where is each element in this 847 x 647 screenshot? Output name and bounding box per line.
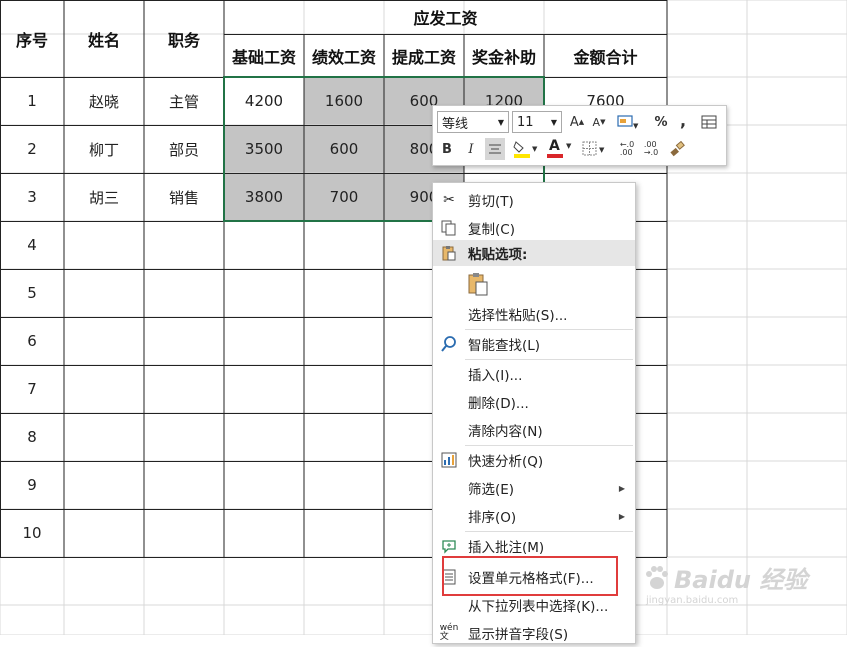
svg-text:▼: ▼ — [633, 122, 639, 130]
menu-paste-options-header: 粘贴选项: — [433, 240, 635, 266]
header-bonus: 奖金补助 — [471, 47, 536, 67]
clipboard-icon — [439, 243, 459, 263]
menu-copy-label: 复制(C) — [468, 222, 515, 238]
menu-insert[interactable]: 插入(I)... — [433, 360, 635, 388]
phonetic-icon: wén 文 — [439, 623, 459, 642]
menu-copy[interactable]: 复制(C) — [433, 214, 635, 242]
number-format-icon[interactable]: ▼ — [613, 111, 643, 133]
cell-seq[interactable]: 2 — [0, 125, 64, 173]
submenu-arrow-icon: ▶ — [618, 511, 625, 521]
cell-base[interactable]: 3500 — [224, 125, 304, 173]
menu-phonetic[interactable]: wén 文 显示拼音字段(S) — [433, 619, 635, 647]
paw-icon — [646, 565, 668, 589]
cell-seq[interactable]: 7 — [0, 365, 64, 413]
smart-lookup-icon — [439, 334, 459, 354]
bold-button[interactable]: B — [437, 138, 457, 160]
mini-toolbar: 等线 ▼ 11 ▼ A ▲ A ▼ ▼ % , B I ▼ A ▼ ▼ ←.0.00… — [432, 105, 727, 166]
chevron-down-icon: ▼ — [550, 117, 557, 127]
cell-perf[interactable]: 600 — [304, 125, 384, 173]
font-size-value: 11 — [517, 114, 534, 130]
menu-paste-special[interactable]: 选择性粘贴(S)... — [433, 300, 635, 328]
copy-icon — [439, 218, 459, 238]
menu-delete-label: 删除(D)... — [468, 396, 529, 412]
menu-clear-contents[interactable]: 清除内容(N) — [433, 416, 635, 444]
cell-name[interactable]: 柳丁 — [64, 125, 144, 173]
menu-smart-lookup[interactable]: 智能查找(L) — [433, 330, 635, 358]
watermark-brand: Baidu 经验 — [674, 566, 808, 594]
header-total: 金额合计 — [573, 47, 638, 67]
cell-seq[interactable]: 6 — [0, 317, 64, 365]
decrease-font-icon[interactable]: A ▼ — [589, 111, 609, 133]
cell-seq[interactable]: 8 — [0, 413, 64, 461]
menu-paste-special-label: 选择性粘贴(S)... — [468, 308, 568, 324]
menu-sort-label: 排序(O) — [468, 510, 517, 526]
header-job: 职务 — [167, 30, 200, 50]
baidu-watermark: Baidu 经验 jingyan.baidu.com — [640, 560, 807, 606]
menu-filter-label: 筛选(E) — [468, 482, 515, 498]
header-group-title: 应发工资 — [413, 8, 478, 28]
menu-phonetic-label: 显示拼音字段(S) — [468, 627, 569, 643]
menu-cut[interactable]: ✂ 剪切(T) — [433, 186, 635, 214]
header-seq: 序号 — [15, 30, 48, 50]
svg-text:▼: ▼ — [599, 146, 605, 154]
font-name-value: 等线 — [442, 116, 469, 132]
cell-base[interactable]: 4200 — [224, 77, 304, 125]
menu-pick-from-list-label: 从下拉列表中选择(K)... — [468, 599, 609, 615]
percent-button[interactable]: % — [651, 111, 671, 133]
menu-paste-options-label: 粘贴选项: — [468, 247, 528, 263]
cell-job[interactable]: 部员 — [144, 125, 224, 173]
cell-seq[interactable]: 5 — [0, 269, 64, 317]
font-size-select[interactable]: 11 ▼ — [512, 111, 562, 133]
paste-icon — [468, 273, 488, 296]
menu-delete[interactable]: 删除(D)... — [433, 388, 635, 416]
watermark-url: jingyan.baidu.com — [646, 595, 739, 606]
cell-name[interactable]: 胡三 — [64, 173, 144, 221]
menu-smart-lookup-label: 智能查找(L) — [468, 338, 541, 354]
borders-icon[interactable]: ▼ — [581, 138, 609, 160]
svg-text:▼: ▼ — [532, 145, 538, 153]
format-table-icon[interactable] — [699, 111, 719, 133]
menu-sort[interactable]: 排序(O) ▶ — [433, 502, 635, 530]
quick-analysis-icon — [439, 450, 459, 470]
increase-decimal-icon[interactable]: ←.0.00 — [617, 138, 637, 160]
decrease-decimal-icon[interactable]: .00 →.0 — [641, 138, 661, 160]
header-commission: 提成工资 — [391, 47, 456, 67]
scissors-icon: ✂ — [443, 192, 455, 208]
font-color-icon[interactable]: A ▼ — [545, 138, 575, 160]
header-perf-salary: 绩效工资 — [311, 47, 376, 67]
paste-button[interactable] — [465, 271, 491, 297]
menu-insert-comment-label: 插入批注(M) — [468, 540, 545, 556]
cell-seq[interactable]: 3 — [0, 173, 64, 221]
submenu-arrow-icon: ▶ — [618, 483, 625, 493]
menu-insert-label: 插入(I)... — [468, 368, 523, 384]
fill-color-icon[interactable]: ▼ — [511, 138, 541, 160]
comment-icon — [439, 536, 459, 556]
menu-cut-label: 剪切(T) — [468, 194, 514, 210]
menu-quick-analysis-label: 快速分析(Q) — [468, 454, 544, 470]
cell-job[interactable]: 销售 — [144, 173, 224, 221]
cell-base[interactable]: 3800 — [224, 173, 304, 221]
menu-filter[interactable]: 筛选(E) ▶ — [433, 474, 635, 502]
menu-clear-label: 清除内容(N) — [468, 424, 543, 440]
cell-name[interactable]: 赵晓 — [64, 77, 144, 125]
cell-seq[interactable]: 4 — [0, 221, 64, 269]
font-name-select[interactable]: 等线 ▼ — [437, 111, 509, 133]
annotation-highlight-box — [442, 556, 618, 596]
chevron-down-icon: ▼ — [497, 117, 504, 127]
font-color-letter: A — [549, 138, 560, 154]
comma-style-button[interactable]: , — [673, 109, 693, 131]
cell-seq[interactable]: 1 — [0, 77, 64, 125]
cell-job[interactable]: 主管 — [144, 77, 224, 125]
header-base-salary: 基础工资 — [231, 47, 296, 67]
cell-seq[interactable]: 9 — [0, 461, 64, 509]
italic-button[interactable]: I — [461, 138, 481, 160]
cell-perf[interactable]: 1600 — [304, 77, 384, 125]
increase-font-icon[interactable]: A ▲ — [567, 111, 587, 133]
format-painter-icon[interactable] — [667, 138, 687, 160]
menu-quick-analysis[interactable]: 快速分析(Q) — [433, 446, 635, 474]
cell-perf[interactable]: 700 — [304, 173, 384, 221]
align-center-icon[interactable] — [485, 138, 505, 160]
cell-seq[interactable]: 10 — [0, 509, 64, 557]
header-name: 姓名 — [87, 30, 120, 50]
